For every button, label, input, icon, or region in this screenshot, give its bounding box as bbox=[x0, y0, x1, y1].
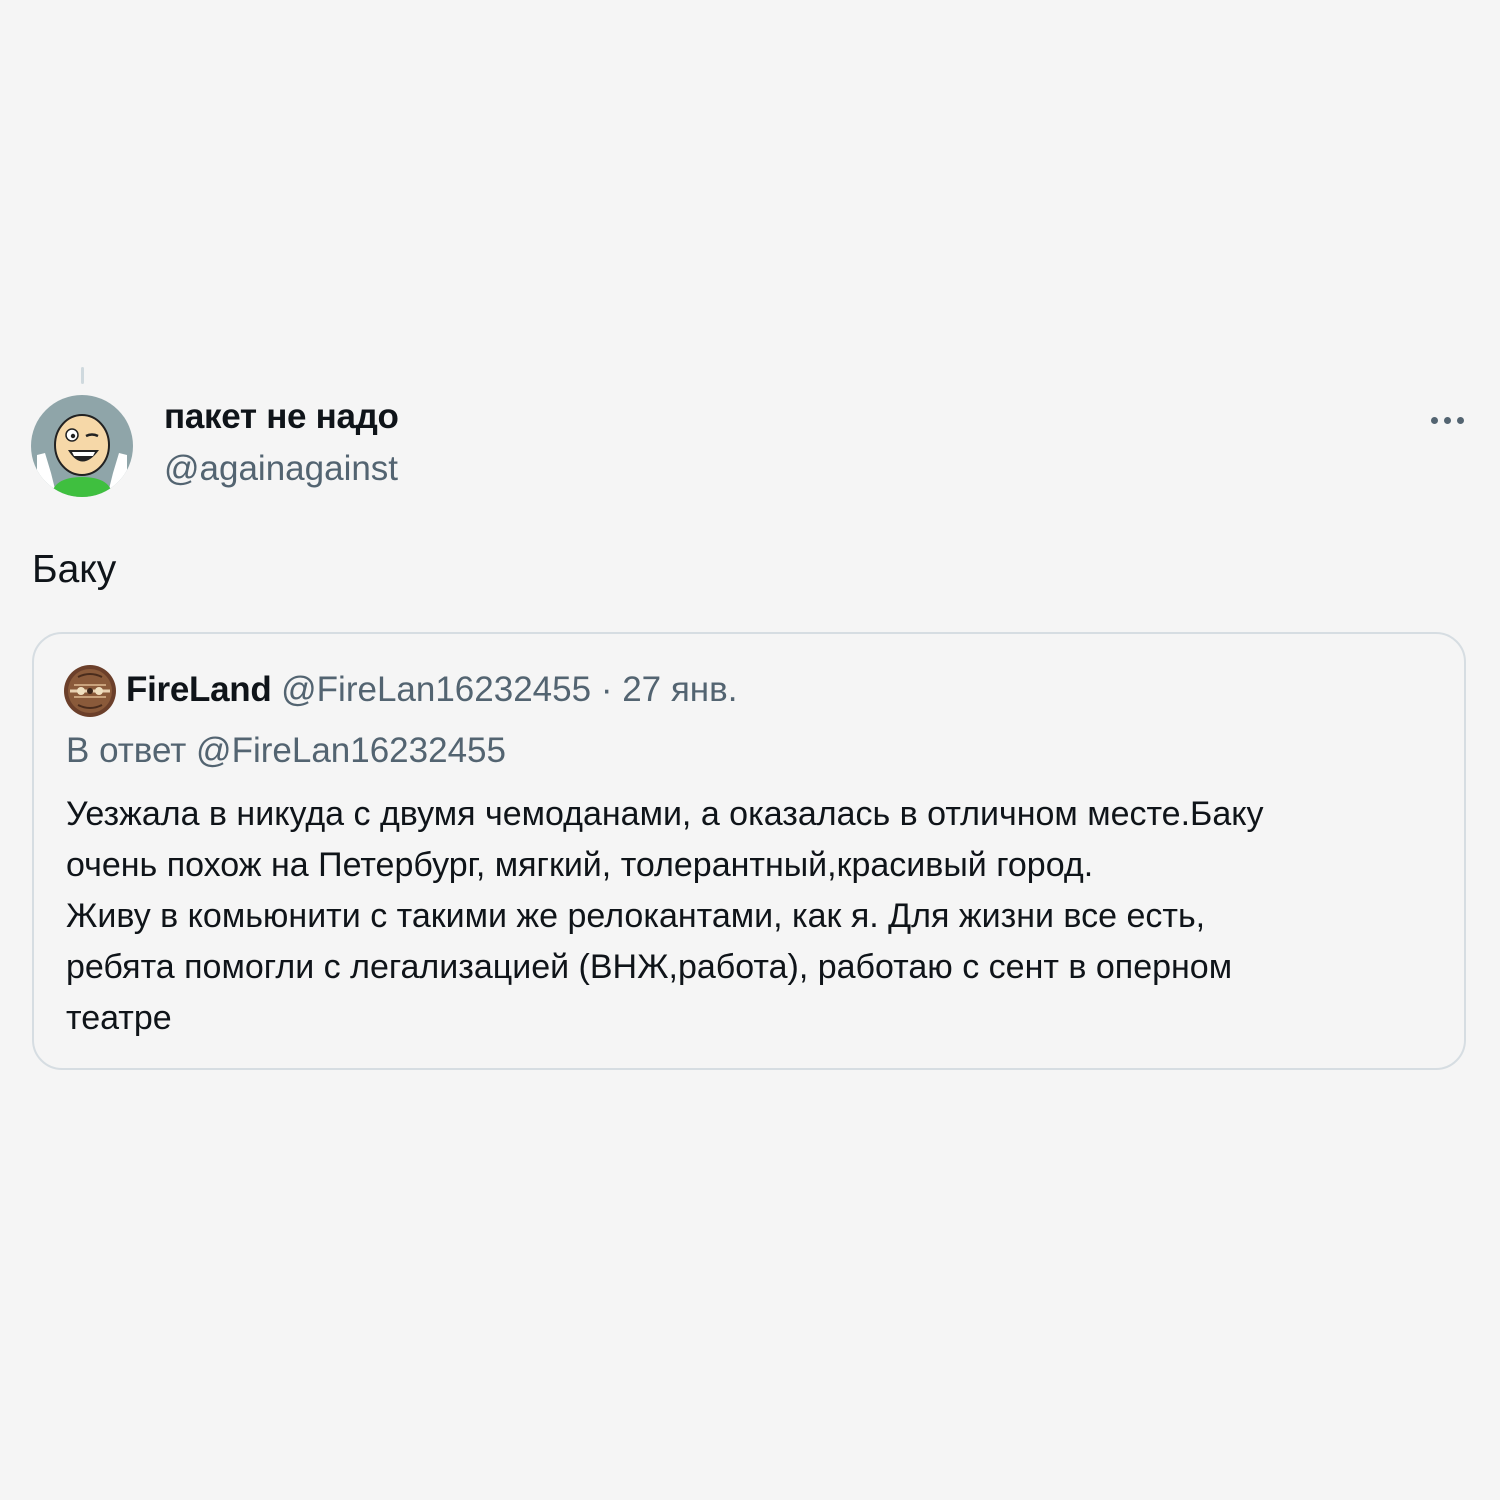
quoted-author-display-name[interactable]: FireLand bbox=[126, 670, 272, 709]
quoted-text-line: Уезжала в никуда с двумя чемоданами, а о… bbox=[66, 795, 1264, 833]
pattern-avatar-icon bbox=[64, 665, 116, 717]
tweet-text: Баку bbox=[32, 548, 117, 591]
quoted-author-handle[interactable]: @FireLan16232455 bbox=[281, 670, 591, 709]
author-avatar[interactable] bbox=[31, 395, 133, 497]
more-dot bbox=[1443, 416, 1451, 424]
quoted-tweet-text: Уезжала в никуда с двумя чемоданами, а о… bbox=[66, 789, 1446, 1044]
author-handle[interactable]: @againagainst bbox=[164, 449, 398, 489]
header-separator: · bbox=[600, 670, 613, 709]
quoted-text-line: театре bbox=[66, 999, 172, 1037]
quoted-text-line: ребята помогли с легализацией (ВНЖ,работ… bbox=[66, 948, 1233, 986]
quoted-tweet-card[interactable]: FireLand @FireLan16232455 · 27 янв. В от… bbox=[32, 632, 1466, 1070]
thread-connector-line bbox=[81, 367, 84, 384]
quoted-text-line: очень похож на Петербург, мягкий, толера… bbox=[66, 846, 1094, 884]
quoted-text-line: Живу в комьюнити с такими же релокантами… bbox=[66, 897, 1206, 935]
cartoon-face-avatar-icon bbox=[31, 395, 133, 497]
quoted-tweet-date[interactable]: 27 янв. bbox=[622, 670, 737, 709]
more-options-button[interactable] bbox=[1420, 402, 1474, 438]
quoted-author-avatar[interactable] bbox=[64, 665, 116, 717]
author-display-name[interactable]: пакет не надо bbox=[164, 397, 399, 437]
more-dots-icon bbox=[1430, 416, 1438, 424]
more-dot bbox=[1456, 416, 1464, 424]
reply-to-label[interactable]: В ответ @FireLan16232455 bbox=[66, 731, 506, 771]
quoted-tweet-header: FireLand @FireLan16232455 · 27 янв. bbox=[126, 670, 737, 710]
